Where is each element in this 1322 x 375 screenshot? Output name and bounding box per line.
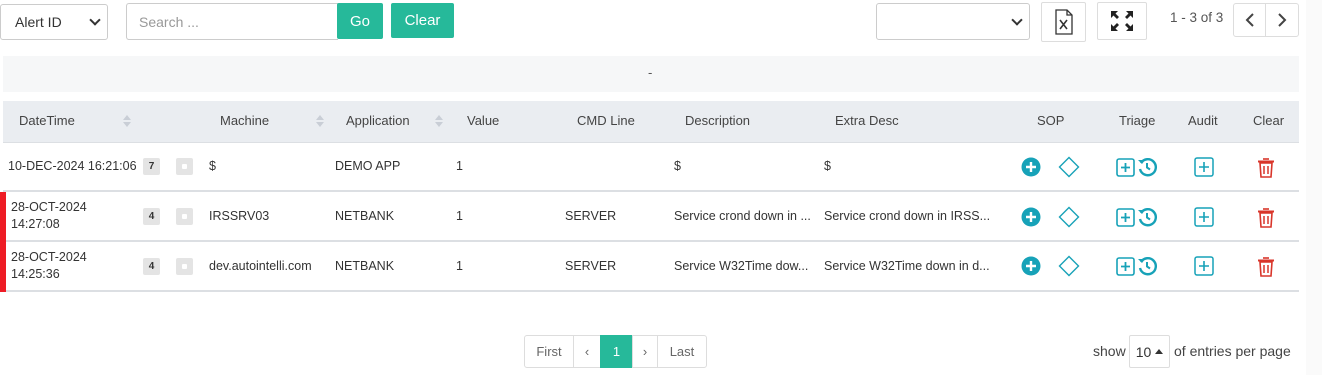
delete-icon[interactable] (1257, 256, 1275, 277)
sop-diamond-icon[interactable] (1058, 206, 1080, 228)
first-page-button[interactable]: First (524, 335, 574, 368)
info-badge[interactable] (176, 208, 193, 225)
cell-machine: IRSSRV03 (209, 209, 270, 223)
filter-field-value: Alert ID (15, 14, 62, 30)
cell-cmd-line: SERVER (565, 259, 617, 273)
cell-datetime-time: 14:25:36 (11, 267, 60, 281)
go-button[interactable]: Go (337, 3, 383, 39)
chevron-left-icon (1245, 13, 1254, 27)
flag-bar (0, 242, 6, 292)
filter-field-select[interactable]: Alert ID (0, 4, 108, 40)
scrollbar-track[interactable] (1306, 0, 1322, 375)
info-banner: - (3, 56, 1299, 92)
cell-machine: dev.autointelli.com (209, 259, 312, 273)
count-badge: 4 (143, 258, 160, 275)
cell-application: DEMO APP (335, 159, 401, 173)
sop-diamond-icon[interactable] (1058, 255, 1080, 277)
header-audit: Audit (1188, 113, 1218, 128)
page-size-select[interactable]: 10 (1129, 335, 1170, 368)
cell-extra-desc: Service crond down in IRSS... (824, 209, 991, 223)
header-sop: SOP (1037, 113, 1065, 128)
show-label: show (1093, 343, 1126, 359)
cell-datetime: 10-DEC-2024 16:21:06 (8, 159, 137, 173)
info-badge[interactable] (176, 258, 193, 275)
cell-description: Service W32Time dow... (674, 259, 809, 273)
header-application[interactable]: Application (346, 101, 410, 141)
chevron-down-icon (89, 14, 101, 26)
view-select[interactable] (876, 3, 1030, 40)
range-text: 1 - 3 of 3 (1170, 10, 1224, 25)
header-machine[interactable]: Machine (220, 101, 269, 141)
table-row[interactable]: 28-OCT-2024 14:25:36 4 dev.autointelli.c… (3, 242, 1299, 292)
caret-up-icon (1155, 349, 1164, 354)
cell-description: Service crond down in ... (674, 209, 811, 223)
table-row[interactable]: 28-OCT-2024 14:27:08 4 IRSSRV03 NETBANK … (3, 192, 1299, 242)
triage-history-icon[interactable] (1137, 157, 1157, 177)
audit-add-icon[interactable] (1194, 256, 1214, 276)
table-header: DateTime Machine Application Value CMD L… (3, 101, 1299, 143)
next-page-link[interactable]: › (632, 335, 658, 368)
header-description: Description (685, 113, 751, 128)
next-page-button[interactable] (1265, 3, 1299, 37)
delete-icon[interactable] (1257, 207, 1275, 228)
info-badge[interactable] (176, 158, 193, 175)
cell-datetime-date: 28-OCT-2024 (11, 200, 87, 214)
header-value: Value (467, 113, 500, 128)
cell-datetime-date: 28-OCT-2024 (11, 250, 87, 264)
sop-add-icon[interactable] (1021, 207, 1041, 227)
flag-bar (0, 192, 6, 242)
header-clear: Clear (1253, 113, 1285, 128)
search-input[interactable] (126, 3, 338, 40)
cell-extra-desc: $ (824, 159, 831, 173)
header-datetime[interactable]: DateTime (19, 101, 75, 141)
entries-per-page-label: of entries per page (1174, 343, 1291, 359)
cell-application: NETBANK (335, 259, 395, 273)
header-triage: Triage (1119, 113, 1156, 128)
triage-history-icon[interactable] (1137, 256, 1157, 276)
triage-add-icon[interactable] (1116, 208, 1135, 227)
cell-description: $ (674, 159, 681, 173)
cell-cmd-line: SERVER (565, 209, 617, 223)
sop-add-icon[interactable] (1021, 157, 1041, 177)
fullscreen-icon (1111, 11, 1133, 31)
last-page-button[interactable]: Last (657, 335, 707, 368)
sop-add-icon[interactable] (1021, 256, 1041, 276)
cell-application: NETBANK (335, 209, 395, 223)
cell-value: 1 (456, 209, 463, 223)
fullscreen-button[interactable] (1097, 2, 1147, 40)
triage-add-icon[interactable] (1116, 257, 1135, 276)
cell-machine: $ (209, 159, 216, 173)
triage-add-icon[interactable] (1116, 158, 1135, 177)
count-badge: 4 (143, 208, 160, 225)
export-excel-button[interactable] (1041, 2, 1086, 42)
chevron-down-icon (1011, 13, 1023, 26)
current-page-button[interactable]: 1 (600, 335, 633, 368)
prev-page-button[interactable] (1233, 3, 1266, 37)
audit-add-icon[interactable] (1194, 157, 1214, 177)
sop-diamond-icon[interactable] (1058, 156, 1080, 178)
delete-icon[interactable] (1257, 157, 1275, 178)
count-badge: 7 (143, 158, 160, 175)
prev-page-link[interactable]: ‹ (573, 335, 601, 368)
cell-datetime-time: 14:27:08 (11, 217, 60, 231)
cell-value: 1 (456, 259, 463, 273)
excel-file-icon (1054, 9, 1073, 35)
header-extra-desc: Extra Desc (835, 113, 899, 128)
clear-button[interactable]: Clear (391, 3, 454, 38)
header-cmd-line: CMD Line (577, 113, 635, 128)
banner-text: - (648, 65, 653, 80)
cell-value: 1 (456, 159, 463, 173)
cell-extra-desc: Service W32Time down in d... (824, 259, 990, 273)
chevron-right-icon (1278, 13, 1287, 27)
table-row[interactable]: 10-DEC-2024 16:21:06 7 $ DEMO APP 1 $ $ (3, 143, 1299, 192)
triage-history-icon[interactable] (1137, 207, 1157, 227)
audit-add-icon[interactable] (1194, 207, 1214, 227)
page-size-value: 10 (1135, 343, 1152, 360)
